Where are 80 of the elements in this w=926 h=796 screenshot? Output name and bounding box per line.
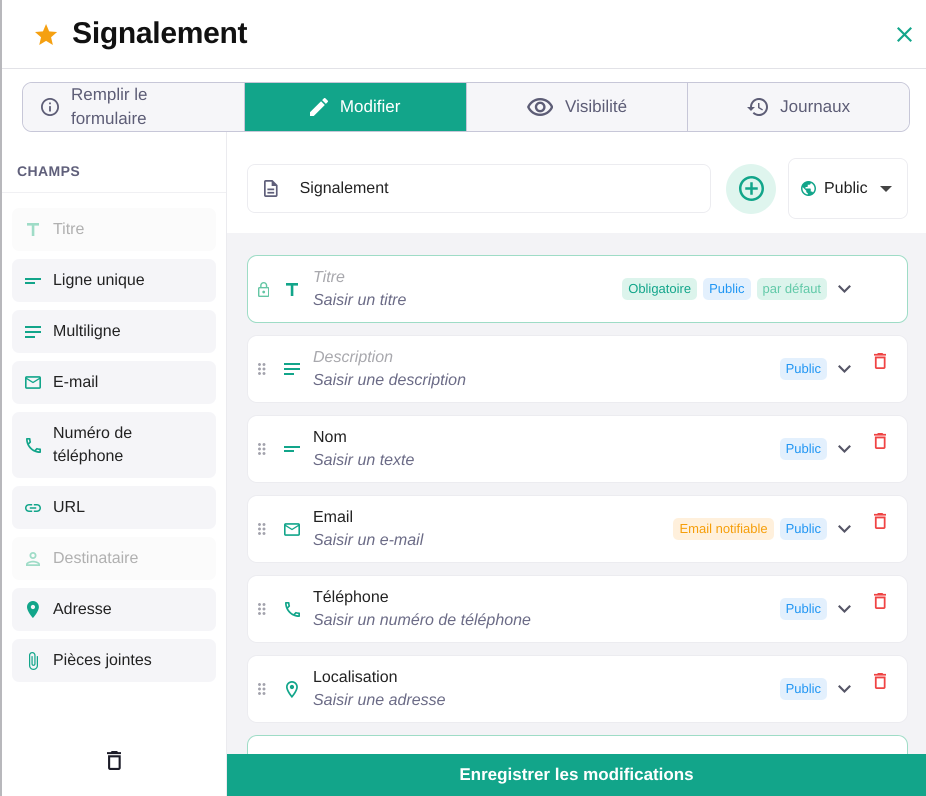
field-card[interactable]: Titre Saisir un titre Obligatoire Public par défaut [247, 255, 908, 323]
field-label: Localisation [313, 668, 398, 688]
field-hint: Saisir une description [313, 371, 467, 391]
location-pin-icon [286, 680, 298, 698]
text-icon [26, 223, 40, 236]
form-name-field[interactable]: Signalement [247, 164, 711, 213]
trash-icon[interactable] [106, 751, 122, 770]
envelope-icon [25, 376, 41, 389]
short-lines-icon [25, 278, 41, 284]
field-type-item[interactable]: Numéro de téléphone [12, 412, 216, 478]
field-label: Email [313, 508, 354, 528]
chevron-down-icon[interactable] [838, 525, 851, 533]
field-type-item[interactable]: E-mail [12, 361, 216, 404]
field-type-item[interactable]: Pièces jointes [12, 639, 216, 682]
eye-icon [526, 98, 554, 116]
default-badge: par défaut [756, 278, 828, 300]
field-type-item[interactable]: Ligne unique [12, 259, 216, 302]
visibility-badge: Public [780, 358, 828, 380]
location-pin-icon [27, 601, 39, 618]
chevron-down-icon[interactable] [838, 685, 851, 693]
field-hint: Saisir un numéro de téléphone [313, 611, 532, 631]
field-card[interactable]: Nom Saisir un texte Public [247, 415, 908, 483]
tab[interactable]: Journaux [687, 83, 909, 131]
field-type-item[interactable]: Adresse [12, 588, 216, 631]
notification-badge: Email notifiable [673, 518, 774, 540]
visibility-select[interactable]: Public [788, 158, 908, 219]
sidebar-heading: CHAMPS [2, 132, 226, 193]
add-field-button[interactable] [726, 164, 776, 214]
drag-handle-icon[interactable] [258, 363, 266, 375]
lines-icon [25, 326, 41, 338]
visibility-badge: Public [780, 518, 828, 540]
text-icon [286, 282, 298, 296]
tab[interactable]: Remplir le formulaire [23, 83, 244, 131]
tab[interactable]: Visibilité [466, 83, 688, 131]
drag-handle-icon[interactable] [258, 603, 266, 615]
history-icon [747, 98, 768, 116]
required-badge: Obligatoire [622, 278, 698, 300]
star-icon [35, 24, 58, 44]
field-hint: Saisir une adresse [313, 691, 447, 711]
chevron-down-icon[interactable] [838, 605, 851, 613]
chevron-down-icon[interactable] [838, 285, 851, 293]
lock-icon [258, 282, 270, 296]
visibility-badge: Public [780, 598, 828, 620]
lines-icon [284, 363, 300, 375]
envelope-icon [284, 522, 300, 536]
document-icon [264, 180, 278, 197]
info-icon [41, 98, 59, 116]
field-card[interactable]: Email Saisir un e-mail Email notifiable Public [247, 495, 908, 563]
phone-icon [26, 438, 40, 452]
field-hint: Saisir un texte [313, 451, 416, 471]
pencil-icon [310, 98, 328, 116]
field-card[interactable] [247, 735, 908, 754]
window-title: Signalement [72, 17, 248, 51]
field-label: Titre [313, 268, 346, 288]
globe-icon [801, 181, 816, 196]
phone-icon [284, 602, 300, 616]
person-icon [26, 552, 40, 566]
visibility-badge: Public [780, 678, 828, 700]
field-type-item[interactable]: Multiligne [12, 310, 216, 353]
field-card[interactable]: Téléphone Saisir un numéro de téléphone Public [247, 575, 908, 643]
visibility-badge: Public [703, 278, 750, 300]
field-card[interactable]: Description Saisir une description Public [247, 335, 908, 403]
short-lines-icon [284, 446, 300, 452]
field-hint: Saisir un titre [313, 291, 408, 311]
visibility-badge: Public [780, 438, 828, 460]
caret-icon [880, 186, 892, 192]
drag-handle-icon[interactable] [258, 683, 266, 695]
paperclip-icon [28, 652, 38, 670]
drag-handle-icon[interactable] [258, 443, 266, 455]
link-icon [25, 504, 41, 512]
field-hint: Saisir un e-mail [313, 531, 425, 551]
field-label: Téléphone [313, 588, 390, 608]
close-icon[interactable] [897, 26, 912, 42]
chevron-down-icon[interactable] [838, 365, 851, 373]
field-label: Description [313, 348, 394, 368]
drag-handle-icon[interactable] [258, 523, 266, 535]
chevron-down-icon[interactable] [838, 445, 851, 453]
field-card[interactable]: Localisation Saisir une adresse Public [247, 655, 908, 723]
field-type-item[interactable]: URL [12, 486, 216, 529]
field-label: Nom [313, 428, 348, 448]
